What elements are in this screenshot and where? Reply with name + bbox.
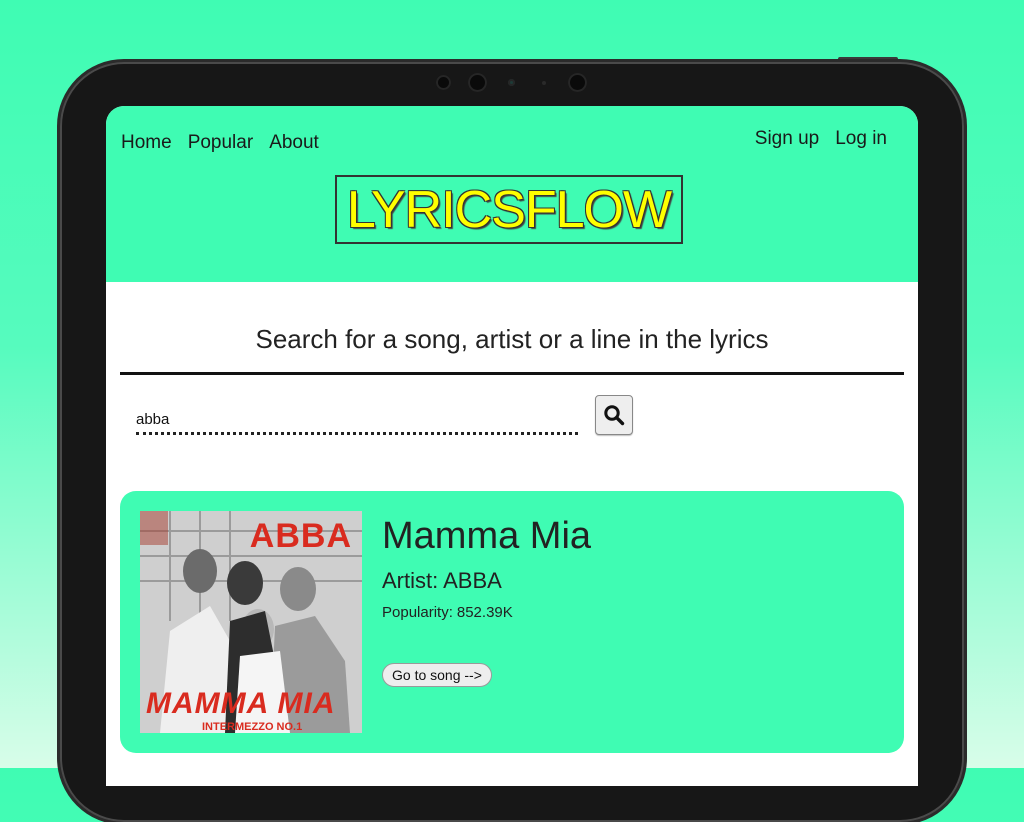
divider <box>120 372 904 375</box>
camera-lens <box>468 73 487 92</box>
song-title: Mamma Mia <box>382 515 592 557</box>
search-icon <box>604 405 625 426</box>
nav-popular-link[interactable]: Popular <box>188 132 254 154</box>
go-to-song-button[interactable]: Go to song --> <box>382 663 492 687</box>
camera-indicator <box>508 79 515 86</box>
search-input[interactable] <box>136 406 578 435</box>
sensor-dot <box>436 75 451 90</box>
album-cover-image: ABBA MAMMA MIA INTERMEZZO NO.1 <box>140 511 362 733</box>
signup-link[interactable]: Sign up <box>755 128 819 150</box>
screen: Home Popular About Sign up Log in LYRICS… <box>106 106 918 786</box>
popularity-label: Popularity: <box>382 604 453 621</box>
account-nav: Sign up Log in <box>755 128 887 150</box>
album-subtitle-text: INTERMEZZO NO.1 <box>202 721 303 733</box>
search-button[interactable] <box>595 395 633 435</box>
main-nav: Home Popular About <box>121 132 319 154</box>
album-band-text: ABBA <box>249 517 352 555</box>
album-title-text: MAMMA MIA <box>146 687 336 720</box>
sensor-dot-small <box>542 81 546 85</box>
search-heading: Search for a song, artist or a line in t… <box>255 324 769 354</box>
login-link[interactable]: Log in <box>835 128 887 150</box>
song-result-card: ABBA MAMMA MIA INTERMEZZO NO.1 Mamma Mia… <box>120 491 904 753</box>
nav-home-link[interactable]: Home <box>121 132 172 154</box>
song-artist: Artist: ABBA <box>382 568 502 593</box>
song-popularity: Popularity: 852.39K <box>382 604 513 621</box>
site-header: Home Popular About Sign up Log in LYRICS… <box>106 106 918 282</box>
popularity-value: 852.39K <box>456 604 513 621</box>
camera-lens-secondary <box>568 73 587 92</box>
nav-about-link[interactable]: About <box>269 132 319 154</box>
camera-bar <box>430 72 600 94</box>
site-logo[interactable]: LYRICSFLOW <box>335 175 683 244</box>
logo-text: LYRICSFLOW <box>346 180 672 239</box>
